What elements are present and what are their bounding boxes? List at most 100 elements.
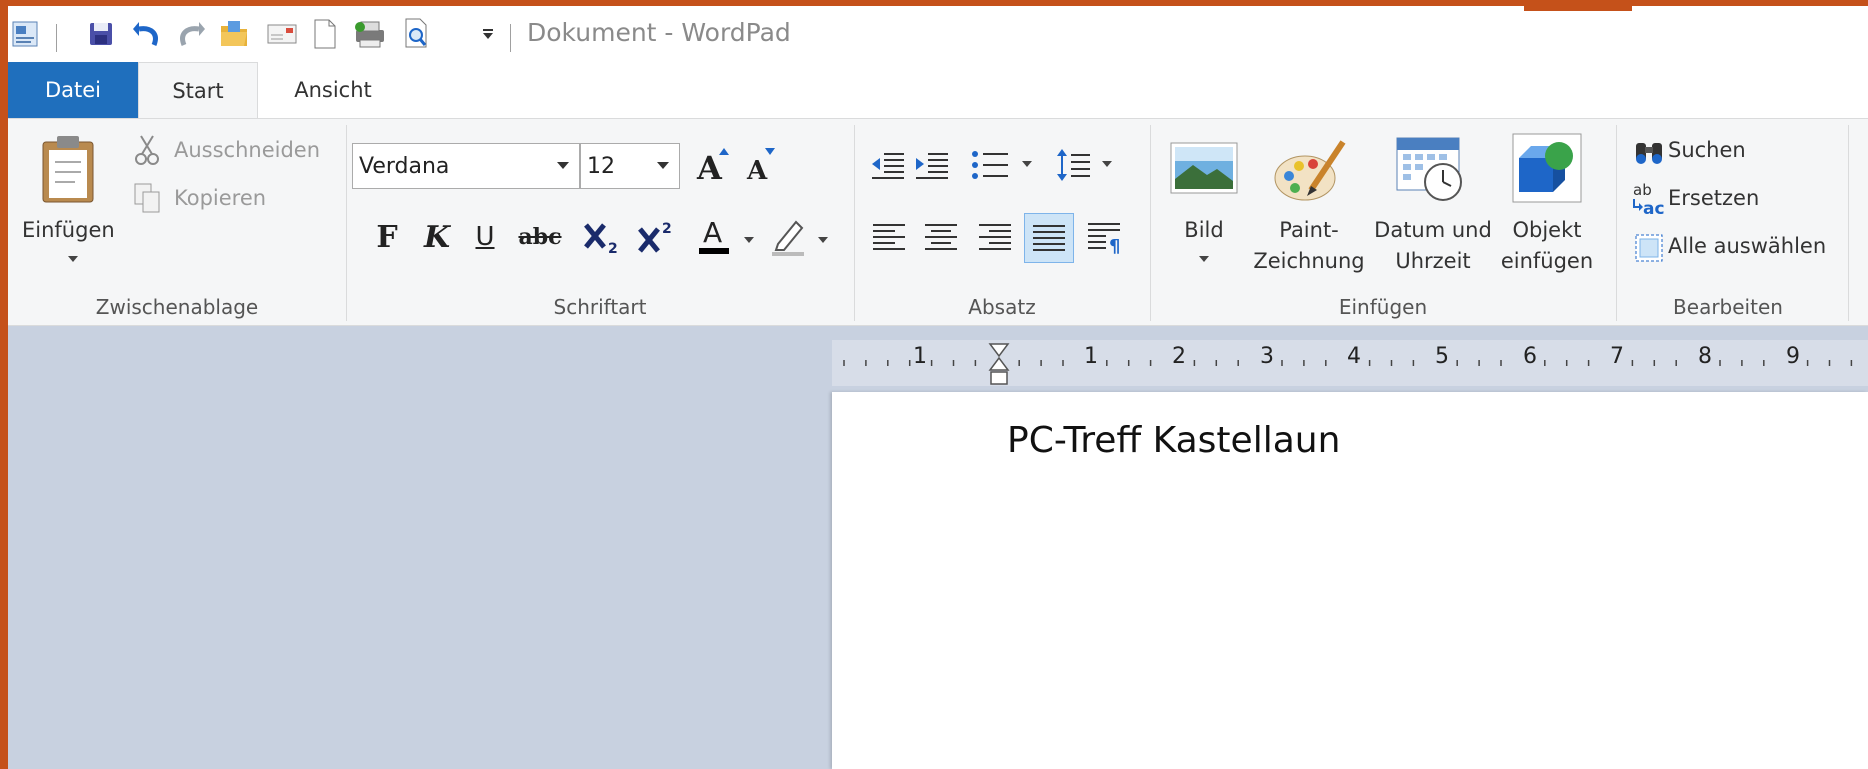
line-spacing-icon[interactable]: [1054, 145, 1094, 185]
underline-button[interactable]: U: [468, 215, 502, 259]
qa-separator: [56, 24, 57, 52]
ruler-number: 7: [1610, 344, 1624, 369]
replace-icon[interactable]: ab ac: [1630, 181, 1668, 217]
increase-indent-icon[interactable]: [912, 145, 952, 185]
superscript-icon[interactable]: 2: [634, 215, 682, 259]
paint-drawing-label: Zeichnung: [1253, 249, 1365, 273]
paste-button[interactable]: Einfügen: [22, 218, 115, 242]
font-color-icon[interactable]: A: [694, 215, 734, 259]
picture-dropdown[interactable]: [1199, 256, 1209, 262]
select-all-icon[interactable]: [1632, 231, 1666, 265]
strikethrough-button[interactable]: abc: [516, 215, 564, 259]
svg-text:2: 2: [608, 241, 618, 257]
app-menu-icon[interactable]: [10, 16, 40, 52]
paint-drawing-button[interactable]: Paint-: [1254, 218, 1364, 242]
bullet-list-icon[interactable]: [968, 145, 1012, 185]
save-icon[interactable]: [84, 16, 118, 52]
bullet-list-dropdown[interactable]: [1022, 161, 1032, 167]
select-all-button[interactable]: Alle auswählen: [1668, 234, 1826, 258]
date-time-label: Uhrzeit: [1395, 249, 1471, 273]
open-folder-icon[interactable]: [216, 16, 252, 52]
tab-ansicht[interactable]: Ansicht: [258, 62, 408, 118]
svg-text:2: 2: [662, 221, 672, 237]
bold-button[interactable]: F: [370, 215, 404, 259]
svg-text:A: A: [696, 149, 723, 185]
picture-button[interactable]: Bild: [1168, 218, 1240, 242]
ruler-number: 5: [1435, 344, 1449, 369]
date-time-icon[interactable]: [1390, 133, 1470, 205]
group-label-bearbeiten: Bearbeiten: [1673, 295, 1783, 319]
paint-drawing-icon[interactable]: [1270, 133, 1350, 205]
italic-button[interactable]: K: [420, 215, 454, 259]
svg-text:ab: ab: [1633, 181, 1652, 199]
ribbon-tabs: Datei Start Ansicht: [8, 62, 1868, 119]
title-accent-strip: [1524, 6, 1632, 11]
ribbon: Einfügen Ausschneiden Kopieren Zwischena…: [8, 118, 1868, 326]
font-size-select[interactable]: 12: [580, 143, 680, 189]
group-label-einfuegen: Einfügen: [1338, 295, 1428, 319]
picture-icon[interactable]: [1168, 137, 1240, 201]
ruler-number: 6: [1523, 344, 1537, 369]
tab-start[interactable]: Start: [138, 62, 258, 119]
group-separator: [1616, 125, 1617, 321]
subscript-icon[interactable]: 2: [580, 215, 628, 259]
insert-object-icon[interactable]: [1510, 131, 1584, 205]
print-icon[interactable]: [350, 16, 390, 52]
undo-icon[interactable]: [130, 16, 164, 52]
svg-text:ac: ac: [1643, 199, 1665, 217]
ruler-number: 8: [1698, 344, 1712, 369]
print-preview-icon[interactable]: [400, 16, 434, 52]
group-separator: [346, 125, 347, 321]
document-workspace: 1 1 2 3 4 5 6 7 8 9 PC-Treff Kastellaun: [8, 326, 1868, 769]
highlight-color-icon[interactable]: [766, 215, 810, 259]
insert-object-label: einfügen: [1500, 249, 1594, 273]
horizontal-ruler[interactable]: 1 1 2 3 4 5 6 7 8 9: [832, 340, 1868, 386]
align-center-icon[interactable]: [920, 215, 962, 259]
highlight-dropdown[interactable]: [818, 237, 828, 243]
font-color-dropdown[interactable]: [744, 237, 754, 243]
chevron-down-icon: [557, 162, 569, 169]
align-left-icon[interactable]: [868, 215, 910, 259]
date-time-button[interactable]: Datum und: [1370, 218, 1496, 242]
font-size-value: 12: [587, 153, 615, 179]
new-document-icon[interactable]: [308, 16, 342, 52]
cut-button[interactable]: Ausschneiden: [174, 138, 320, 162]
redo-icon[interactable]: [174, 16, 208, 52]
cut-icon[interactable]: [132, 133, 162, 167]
document-text[interactable]: PC-Treff Kastellaun: [1007, 420, 1340, 461]
group-separator: [1150, 125, 1151, 321]
align-right-icon[interactable]: [974, 215, 1016, 259]
ruler-number: 1: [913, 344, 927, 369]
decrease-indent-icon[interactable]: [868, 145, 908, 185]
group-separator: [1848, 125, 1849, 321]
svg-text:¶: ¶: [1109, 236, 1120, 254]
font-family-select[interactable]: Verdana: [352, 143, 580, 189]
insert-object-button[interactable]: Objekt: [1498, 218, 1596, 242]
binoculars-icon[interactable]: [1632, 135, 1666, 167]
svg-text:A: A: [703, 216, 722, 249]
indent-marker-icon[interactable]: [988, 342, 1010, 388]
ruler-number: 9: [1786, 344, 1800, 369]
copy-button[interactable]: Kopieren: [174, 186, 266, 210]
line-spacing-dropdown[interactable]: [1102, 161, 1112, 167]
justify-icon[interactable]: [1024, 213, 1074, 263]
customize-qa-dropdown[interactable]: [478, 16, 498, 52]
shrink-font-icon[interactable]: A: [740, 143, 780, 187]
window-title: Dokument - WordPad: [527, 18, 791, 47]
ruler-number: 2: [1172, 344, 1186, 369]
chevron-down-icon: [657, 162, 669, 169]
wordpad-window: Dokument - WordPad Datei Start Ansicht E…: [8, 6, 1868, 769]
paste-clipboard-icon[interactable]: [38, 133, 98, 205]
paragraph-icon[interactable]: ¶: [1084, 215, 1126, 259]
replace-button[interactable]: Ersetzen: [1668, 186, 1759, 210]
document-page[interactable]: PC-Treff Kastellaun: [832, 392, 1868, 769]
copy-icon[interactable]: [132, 181, 162, 215]
grow-font-icon[interactable]: A: [692, 143, 732, 187]
find-button[interactable]: Suchen: [1668, 138, 1746, 162]
qa-separator: [510, 24, 511, 52]
paste-dropdown-arrow[interactable]: [68, 256, 78, 262]
tab-datei[interactable]: Datei: [8, 62, 138, 118]
email-icon[interactable]: [264, 16, 300, 52]
title-bar: Dokument - WordPad: [8, 6, 1868, 62]
font-family-value: Verdana: [359, 153, 450, 179]
